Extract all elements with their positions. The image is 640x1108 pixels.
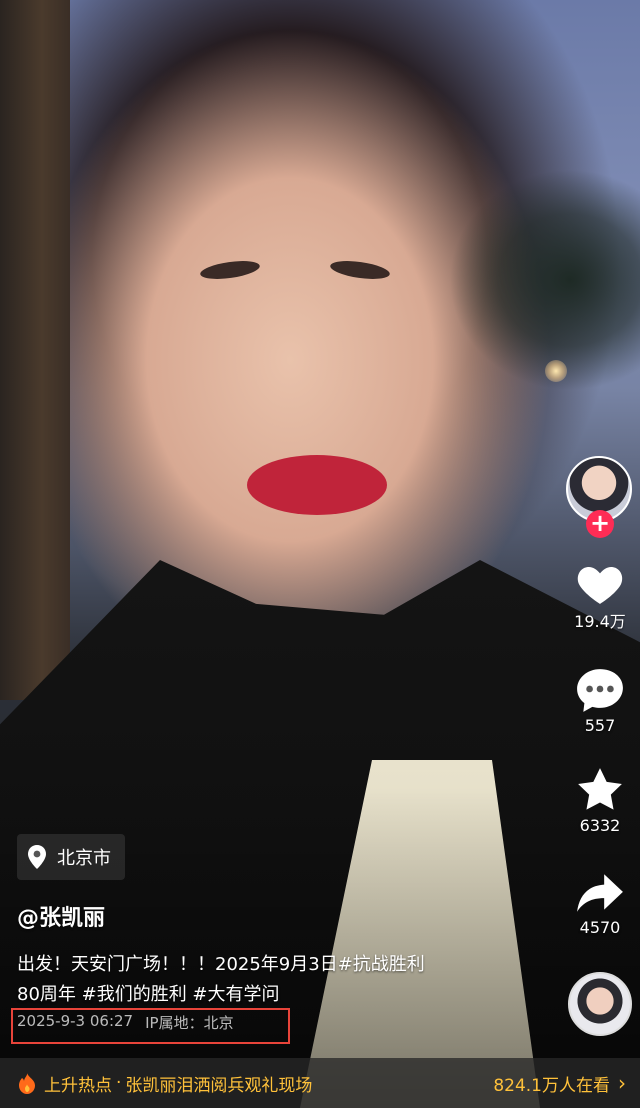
share-button[interactable]: 4570 — [565, 872, 635, 937]
video-scene-lips — [247, 455, 387, 515]
trending-viewers: 824.1万人在看 — [493, 1075, 610, 1096]
share-count: 4570 — [579, 918, 621, 937]
comment-icon — [577, 669, 623, 712]
video-scene-wall — [0, 0, 70, 700]
comment-count: 557 — [584, 716, 616, 735]
video-caption: 出发！天安门广场！！！2025年9月3日#抗战胜利 80周年 #我们的胜利 #大… — [17, 950, 537, 1010]
like-count: 19.4万 — [574, 612, 626, 631]
star-icon — [578, 768, 622, 810]
caption-line-1: 出发！天安门广场！！！2025年9月3日#抗战胜利 — [17, 954, 425, 975]
heart-icon — [577, 567, 623, 604]
video-scene-lamp — [545, 360, 567, 382]
post-datetime: 2025-9-3 06:27 — [17, 1012, 134, 1030]
favorite-button[interactable]: 6332 — [565, 766, 635, 835]
ip-location: IP属地：北京 — [145, 1014, 234, 1032]
favorite-count: 6332 — [579, 816, 621, 835]
location-label: 北京市 — [57, 848, 111, 869]
location-chip[interactable]: 北京市 — [17, 834, 125, 880]
post-meta: 2025-9-3 06:27 IP属地：北京 — [17, 1012, 234, 1033]
like-button[interactable]: 19.4万 — [565, 560, 635, 632]
video-scene-eye — [329, 257, 391, 283]
trending-separator: · — [116, 1073, 122, 1093]
follow-button[interactable]: + — [586, 510, 614, 538]
caption-line-2: 80周年 #我们的胜利 #大有学问 — [17, 984, 280, 1005]
fire-icon — [19, 1072, 35, 1094]
trending-topic[interactable]: 张凯丽泪洒阅兵观礼现场 — [125, 1071, 493, 1096]
music-disc[interactable] — [568, 972, 632, 1036]
chevron-right-icon[interactable]: › — [618, 1071, 626, 1095]
location-pin-icon — [28, 845, 46, 869]
video-scene-eye — [199, 257, 261, 283]
video-player[interactable] — [0, 0, 640, 1108]
comment-button[interactable]: 557 — [565, 666, 635, 735]
author-handle[interactable]: @张凯丽 — [17, 900, 105, 932]
share-arrow-icon — [577, 874, 623, 912]
trending-bar[interactable]: 上升热点 · 张凯丽泪洒阅兵观礼现场 824.1万人在看 › — [0, 1058, 640, 1108]
trending-prefix: 上升热点 — [44, 1075, 112, 1096]
